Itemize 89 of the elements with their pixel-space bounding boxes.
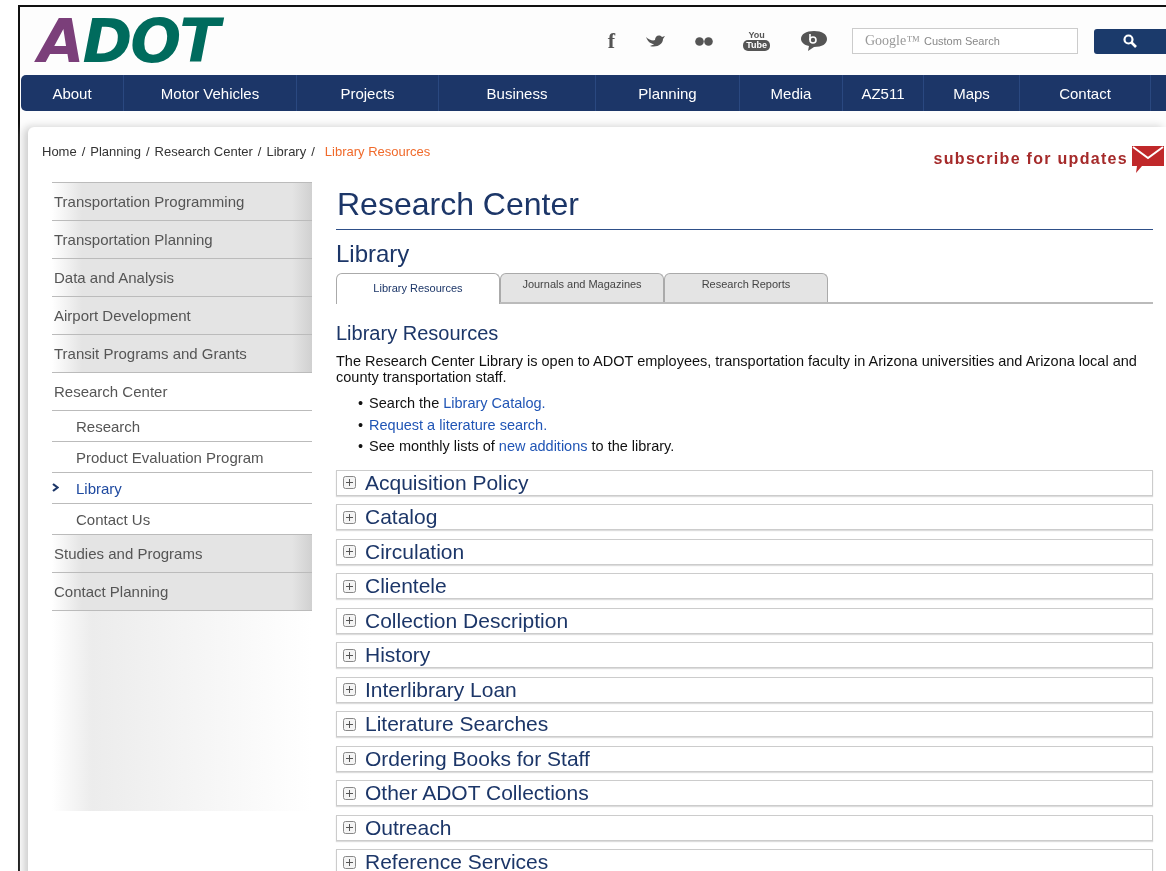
accordion-header[interactable]: Acquisition Policy bbox=[336, 469, 1153, 496]
sidebar-subitem[interactable]: Library bbox=[52, 472, 312, 503]
sidebar-item[interactable]: Transit Programs and Grants bbox=[52, 334, 312, 372]
accordion-title: Interlibrary Loan bbox=[365, 677, 517, 702]
nav-link[interactable]: Media bbox=[740, 75, 843, 111]
nav-link[interactable]: Planning bbox=[596, 75, 740, 111]
tab[interactable]: Research Reports bbox=[664, 273, 828, 302]
sidebar-subitem[interactable]: Research bbox=[52, 410, 312, 441]
breadcrumb-link[interactable]: Library bbox=[266, 144, 307, 159]
subscribe-link[interactable]: subscribe for updates bbox=[933, 150, 1128, 168]
accordion-header[interactable]: Other ADOT Collections bbox=[336, 780, 1153, 806]
bullet-marker: • bbox=[358, 394, 364, 413]
envelope-icon[interactable] bbox=[1130, 144, 1166, 174]
section-heading: Library bbox=[336, 240, 411, 268]
chevron-icon bbox=[52, 483, 59, 492]
expand-icon[interactable] bbox=[343, 683, 356, 696]
accordion-title: Catalog bbox=[365, 505, 438, 529]
accordion-title: Literature Searches bbox=[365, 712, 549, 736]
breadcrumb-separator: / bbox=[311, 144, 315, 159]
expand-icon[interactable] bbox=[343, 579, 356, 593]
accordion-title: Other ADOT Collections bbox=[365, 781, 589, 805]
accordion-title: Outreach bbox=[365, 815, 452, 840]
accordion-header[interactable]: Clientele bbox=[336, 573, 1153, 599]
expand-icon[interactable] bbox=[343, 510, 356, 524]
accordion-header[interactable]: Circulation bbox=[336, 538, 1153, 565]
bird-icon[interactable] bbox=[645, 34, 666, 48]
accordion-header[interactable]: History bbox=[336, 642, 1153, 668]
nav-link[interactable]: Projects bbox=[297, 75, 439, 111]
breadcrumb-link[interactable]: Home bbox=[42, 144, 77, 159]
accordion-title: Circulation bbox=[365, 539, 465, 564]
facebook-icon[interactable]: f bbox=[607, 28, 616, 54]
expand-icon[interactable] bbox=[343, 855, 356, 869]
sidebar-item[interactable]: Transportation Programming bbox=[52, 182, 312, 220]
breadcrumb-separator: / bbox=[257, 144, 262, 159]
expand-icon[interactable] bbox=[343, 786, 356, 800]
accordion-title: History bbox=[365, 643, 431, 667]
accordion-header[interactable]: Interlibrary Loan bbox=[336, 676, 1153, 703]
accordion-title: Clientele bbox=[365, 574, 447, 598]
list-item-text: Search the Library Catalog. bbox=[369, 394, 546, 413]
breadcrumb-separator: / bbox=[81, 144, 86, 159]
sidebar-item[interactable]: Contact Planning bbox=[52, 572, 312, 610]
expand-icon[interactable] bbox=[343, 821, 356, 834]
link[interactable]: Library Catalog. bbox=[443, 395, 546, 411]
search-icon bbox=[1123, 34, 1137, 48]
bullet-marker: • bbox=[358, 415, 364, 435]
expand-icon[interactable] bbox=[343, 476, 356, 489]
expand-icon[interactable] bbox=[343, 752, 356, 765]
accordion-title: Acquisition Policy bbox=[365, 470, 529, 495]
breadcrumb-separator: / bbox=[145, 144, 150, 159]
sidebar-item[interactable]: Data and Analysis bbox=[52, 258, 312, 296]
accordion-title: Reference Services bbox=[365, 850, 549, 871]
tab[interactable]: Journals and Magazines bbox=[500, 273, 664, 302]
breadcrumb-link[interactable]: Planning bbox=[90, 144, 141, 159]
search-button[interactable] bbox=[1094, 28, 1166, 54]
search-field[interactable]: Google™ Custom Search bbox=[852, 28, 1078, 54]
nav-link[interactable]: About bbox=[21, 75, 124, 111]
link[interactable]: new additions bbox=[498, 438, 588, 454]
accordion-header[interactable]: Catalog bbox=[336, 504, 1153, 530]
nav-link[interactable]: AZ511 bbox=[843, 75, 924, 111]
breadcrumb-link[interactable]: Research Center bbox=[154, 144, 253, 159]
page-title: Research Center bbox=[336, 182, 1153, 230]
accordion-header[interactable]: Outreach bbox=[336, 814, 1153, 841]
sidebar-item[interactable]: Airport Development bbox=[52, 296, 312, 334]
nav-link[interactable]: Business bbox=[439, 75, 596, 111]
link[interactable]: Request a literature search. bbox=[369, 414, 548, 436]
accordion-header[interactable]: Collection Description bbox=[336, 607, 1153, 634]
accordion-header[interactable]: Reference Services bbox=[336, 849, 1153, 871]
two-dots-icon[interactable] bbox=[695, 36, 714, 46]
list-item-text: See monthly lists of new additions to the library. bbox=[369, 437, 675, 456]
accordion-header[interactable]: Literature Searches bbox=[336, 711, 1153, 737]
speech-bubble-icon[interactable] bbox=[800, 30, 828, 52]
bullet-marker: • bbox=[358, 437, 364, 456]
nav-link[interactable]: Contact bbox=[1020, 75, 1151, 111]
expand-icon[interactable] bbox=[343, 648, 356, 662]
breadcrumb-current: Library Resources bbox=[324, 144, 431, 159]
sidebar-item[interactable]: Studies and Programs bbox=[52, 534, 312, 572]
tab[interactable]: Library Resources bbox=[336, 273, 500, 304]
expand-icon[interactable] bbox=[343, 614, 356, 627]
nav-link[interactable]: Maps bbox=[924, 75, 1020, 111]
accordion-title: Collection Description bbox=[365, 608, 569, 633]
intro-paragraph: The Research Center Library is open to ADOT employees, transportation faculty in Arizona universities and Arizona local and county transportation staff. bbox=[336, 353, 1138, 385]
nav-link[interactable]: Motor Vehicles bbox=[124, 75, 297, 111]
expand-icon[interactable] bbox=[343, 717, 356, 731]
expand-icon[interactable] bbox=[343, 545, 356, 558]
subsection-heading: Library Resources bbox=[336, 322, 500, 345]
accordion-title: Ordering Books for Staff bbox=[365, 746, 590, 771]
accordion-header[interactable]: Ordering Books for Staff bbox=[336, 745, 1153, 772]
sidebar-item[interactable]: Transportation Planning bbox=[52, 220, 312, 258]
sidebar-subitem[interactable]: Product Evaluation Program bbox=[52, 441, 312, 472]
